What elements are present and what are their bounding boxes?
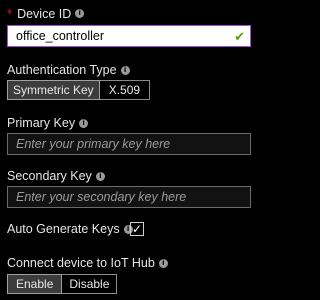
secondary-key-label: Secondary Key i xyxy=(7,169,105,183)
primary-key-label: Primary Key i xyxy=(7,116,89,130)
auth-type-label: Authentication Type i xyxy=(7,63,130,77)
primary-key-field[interactable] xyxy=(7,133,251,155)
disable-option[interactable]: Disable xyxy=(62,274,118,294)
info-icon[interactable]: i xyxy=(79,118,89,128)
auth-type-toggle: Symmetric Key X.509 xyxy=(7,80,151,100)
secondary-key-input[interactable] xyxy=(8,187,250,207)
connect-label: Connect device to IoT Hub i xyxy=(7,256,168,270)
secondary-key-field[interactable] xyxy=(7,186,251,208)
device-id-input[interactable] xyxy=(8,26,250,46)
x509-option[interactable]: X.509 xyxy=(99,80,151,100)
auto-generate-label: Auto Generate Keys i xyxy=(7,222,133,236)
info-icon[interactable]: i xyxy=(120,65,130,75)
device-id-label: * Device ID i xyxy=(7,6,85,21)
info-icon[interactable]: i xyxy=(75,9,85,18)
info-icon[interactable]: i xyxy=(95,171,105,181)
enable-option[interactable]: Enable xyxy=(7,274,63,294)
required-asterisk: * xyxy=(7,6,13,21)
symmetric-key-option[interactable]: Symmetric Key xyxy=(7,80,100,100)
device-id-field[interactable]: ✔ xyxy=(7,25,251,47)
connect-toggle: Enable Disable xyxy=(7,274,118,294)
primary-key-input[interactable] xyxy=(8,134,250,154)
checkmark-icon: ✔ xyxy=(234,29,245,44)
auto-generate-checkbox[interactable]: ✓ xyxy=(130,222,144,236)
checkbox-check-icon: ✓ xyxy=(131,222,143,236)
info-icon[interactable]: i xyxy=(158,258,168,268)
